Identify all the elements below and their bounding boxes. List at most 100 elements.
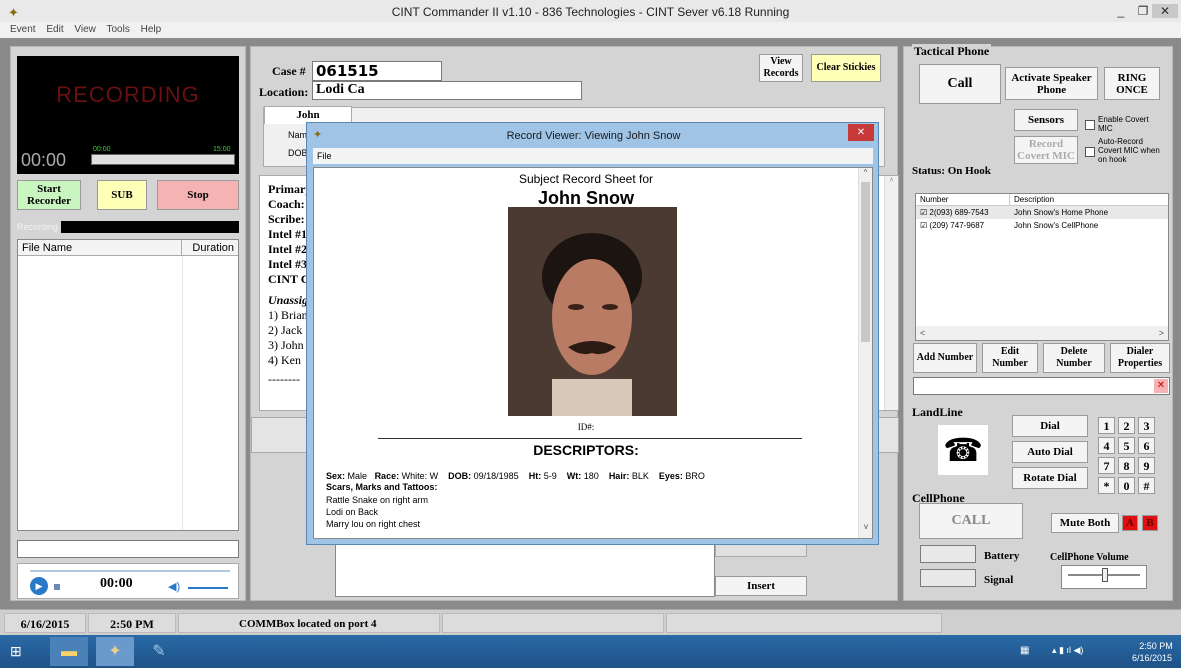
add-number-button[interactable]: Add Number <box>913 343 977 373</box>
cell-volume-slider[interactable] <box>1061 565 1147 589</box>
close-button[interactable]: ✕ <box>1152 4 1178 18</box>
status-message: COMMBox located on port 4 <box>178 613 440 633</box>
clock-date[interactable]: 6/16/2015 <box>1126 653 1178 663</box>
menu-help[interactable]: Help <box>141 24 162 35</box>
menu-event[interactable]: Event <box>10 24 36 35</box>
file-name-header[interactable]: File Name <box>18 240 182 255</box>
ring-once-button[interactable]: RING ONCE <box>1104 67 1160 100</box>
rotate-dial-button[interactable]: Rotate Dial <box>1012 467 1088 489</box>
dial-input[interactable] <box>913 377 1170 395</box>
edit-number-button[interactable]: Edit Number <box>982 343 1038 373</box>
phone-row[interactable]: ☑ 2(093) 689-7543 John Snow's Home Phone <box>916 206 1168 219</box>
key-9[interactable]: 9 <box>1138 457 1155 474</box>
restore-button[interactable]: ❐ <box>1132 4 1154 18</box>
h-scrollbar[interactable]: < > <box>916 326 1168 340</box>
record-covert-button[interactable]: Record Covert MIC <box>1014 136 1078 164</box>
number-column-header[interactable]: Number <box>916 194 1010 205</box>
level-end: 15:00 <box>213 146 231 153</box>
key-0[interactable]: 0 <box>1118 477 1135 494</box>
auto-dial-button[interactable]: Auto Dial <box>1012 441 1088 463</box>
dialog-close-button[interactable]: ✕ <box>848 124 874 141</box>
insert-button[interactable]: Insert <box>715 576 807 596</box>
row-checkbox[interactable]: ☑ <box>920 221 929 230</box>
key-7[interactable]: 7 <box>1098 457 1115 474</box>
clock-time[interactable]: 2:50 PM <box>1136 641 1176 651</box>
key-8[interactable]: 8 <box>1118 457 1135 474</box>
sub-button[interactable]: SUB <box>97 180 147 210</box>
stop-icon[interactable] <box>54 584 60 590</box>
start-icon[interactable]: ⊞ <box>10 643 22 660</box>
smt-list: Rattle Snake on right arm Lodi on Back M… <box>326 494 428 530</box>
recorder-panel: RECORDING 00:00 15:00 00:00 Start Record… <box>10 46 246 601</box>
activate-speaker-button[interactable]: Activate Speaker Phone <box>1005 67 1098 100</box>
dial-button[interactable]: Dial <box>1012 415 1088 437</box>
sheet-divider <box>378 438 802 439</box>
file-explorer-icon[interactable]: ▬ <box>50 637 88 666</box>
minimize-button[interactable]: _ <box>1110 4 1132 18</box>
view-records-button[interactable]: View Records <box>759 54 803 82</box>
race-label: Race: <box>374 471 400 481</box>
mute-both-button[interactable]: Mute Both <box>1051 513 1119 533</box>
sex-label: Sex: <box>326 471 346 481</box>
description-column-header[interactable]: Description <box>1010 194 1054 205</box>
file-list[interactable]: File Name Duration <box>17 239 239 531</box>
seek-bar[interactable] <box>30 570 230 572</box>
tray-icons[interactable]: ▴ ▮ ıl ◀) <box>1052 645 1083 656</box>
unassigned-item: 4) Ken <box>268 353 301 367</box>
key-hash[interactable]: # <box>1138 477 1155 494</box>
stop-button[interactable]: Stop <box>157 180 239 210</box>
keyboard-icon[interactable]: ▦ <box>1020 645 1029 656</box>
enable-covert-checkbox[interactable] <box>1085 120 1095 130</box>
key-3[interactable]: 3 <box>1138 417 1155 434</box>
team-line: Intel #1 <box>268 227 307 241</box>
sex-value: Male <box>347 471 368 481</box>
volume-slider[interactable] <box>188 587 228 589</box>
recorder-input[interactable] <box>17 540 239 558</box>
cint-commander-icon[interactable]: ✦ <box>96 637 134 666</box>
play-icon[interactable]: ▶ <box>30 577 48 595</box>
dialer-properties-button[interactable]: Dialer Properties <box>1110 343 1170 373</box>
team-list: Primary Coach: Scribe: Intel #1 Intel #2… <box>268 182 311 387</box>
race-value: White: W <box>401 471 439 481</box>
recording-filename-field <box>61 221 239 233</box>
key-1[interactable]: 1 <box>1098 417 1115 434</box>
location-label: Location: <box>259 85 309 99</box>
menu-view[interactable]: View <box>74 24 96 35</box>
auto-record-checkbox[interactable] <box>1085 147 1095 157</box>
dialog-menu-file[interactable]: File <box>317 151 332 161</box>
call-button[interactable]: Call <box>919 64 1001 104</box>
location-field[interactable]: Lodi Ca <box>312 81 582 100</box>
phone-row[interactable]: ☑ (209) 747-9687 John Snow's CellPhone <box>916 219 1168 232</box>
enable-covert-label: Enable Covert MIC <box>1098 115 1149 133</box>
dialog-menu-bar: File <box>313 148 873 164</box>
start-recorder-button[interactable]: Start Recorder <box>17 180 81 210</box>
auto-record-label: Auto-Record Covert MIC when on hook <box>1098 137 1160 164</box>
duration-header[interactable]: Duration <box>182 240 238 255</box>
key-star[interactable]: * <box>1098 477 1115 494</box>
key-4[interactable]: 4 <box>1098 437 1115 454</box>
key-6[interactable]: 6 <box>1138 437 1155 454</box>
phone-number: (209) 747-9687 <box>929 221 985 230</box>
mute-a-button[interactable]: A <box>1122 515 1138 531</box>
status-time: 2:50 PM <box>88 613 176 633</box>
row-checkbox[interactable]: ☑ <box>920 208 929 217</box>
cell-call-button[interactable]: CALL <box>919 503 1023 539</box>
menu-edit[interactable]: Edit <box>46 24 63 35</box>
team-scrollbar[interactable]: ^ <box>884 176 898 410</box>
dial-clear-icon[interactable]: ✕ <box>1154 379 1168 393</box>
tactical-panel: Tactical Phone Call Activate Speaker Pho… <box>903 44 1173 601</box>
sheet-scrollbar[interactable]: ^ v <box>858 168 872 538</box>
hook-status: Status: On Hook <box>912 165 991 177</box>
volume-icon[interactable]: ◀) <box>168 580 180 593</box>
paint-icon[interactable]: ✎ <box>140 637 178 666</box>
delete-number-button[interactable]: Delete Number <box>1043 343 1105 373</box>
mute-b-button[interactable]: B <box>1142 515 1158 531</box>
clear-stickies-button[interactable]: Clear Stickies <box>811 54 881 82</box>
key-2[interactable]: 2 <box>1118 417 1135 434</box>
sensors-button[interactable]: Sensors <box>1014 109 1078 131</box>
case-number-field[interactable]: 061515 <box>312 61 442 81</box>
window-title: CINT Commander II v1.10 - 836 Technologi… <box>391 5 790 19</box>
team-line: Primary <box>268 182 312 196</box>
key-5[interactable]: 5 <box>1118 437 1135 454</box>
menu-tools[interactable]: Tools <box>106 24 129 35</box>
